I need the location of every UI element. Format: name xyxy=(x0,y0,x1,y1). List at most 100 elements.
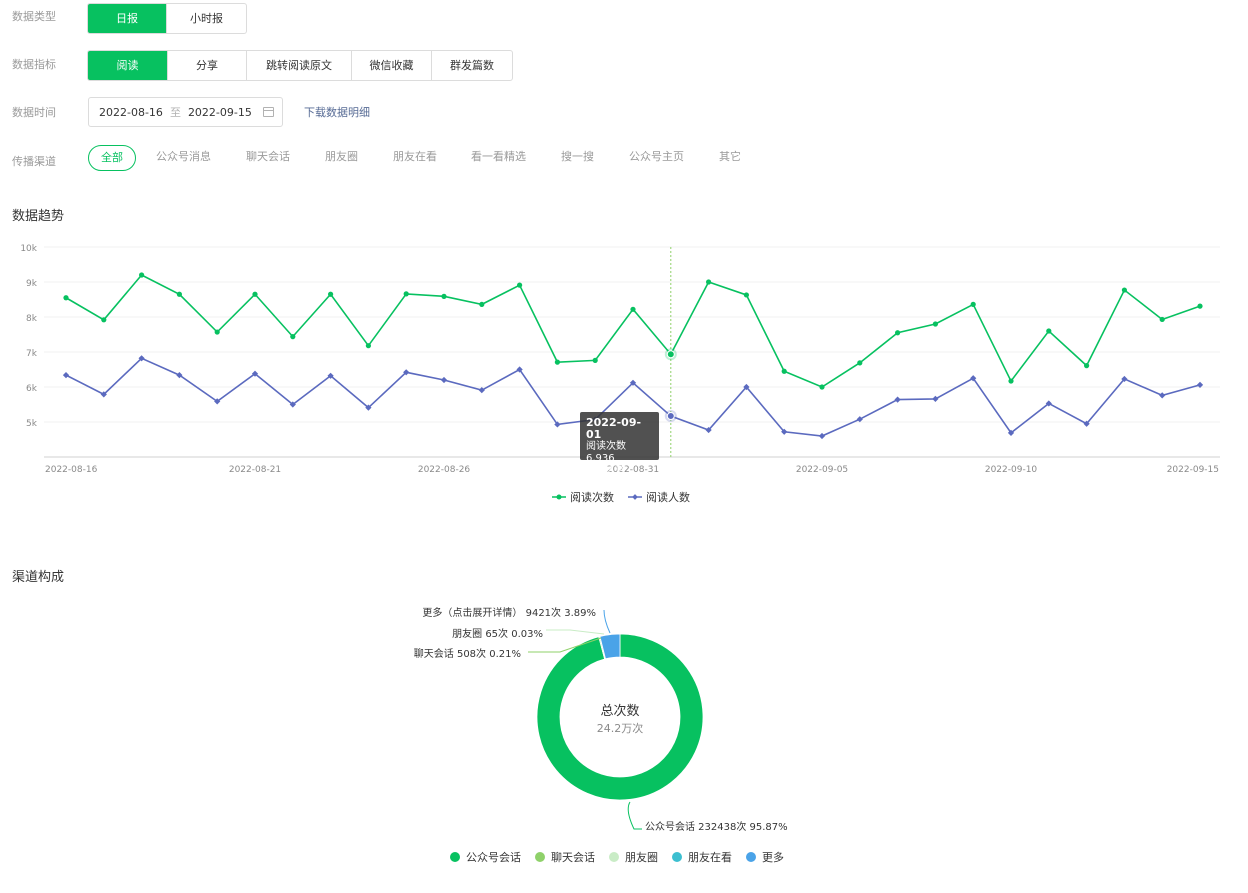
data-point-reads xyxy=(1159,316,1165,323)
data-type-hourly-button[interactable]: 小时报 xyxy=(167,4,246,33)
metric-toggle: 阅读 分享 跳转阅读原文 微信收藏 群发篇数 xyxy=(87,50,513,81)
metric-read-button[interactable]: 阅读 xyxy=(88,51,168,80)
legend-item-friends-watching[interactable]: 朋友在看 xyxy=(672,849,732,865)
date-range-picker[interactable]: 2022-08-16 至 2022-09-15 xyxy=(88,97,283,127)
data-point-reads xyxy=(970,301,976,307)
legend-item-reads[interactable]: 阅读次数 xyxy=(552,489,614,505)
tooltip-reads: 阅读次数 6,936 xyxy=(586,441,626,464)
legend-item-readers[interactable]: 阅读人数 xyxy=(628,489,690,505)
tooltip-date: 2022-09-01 xyxy=(586,416,642,441)
data-point-reads xyxy=(252,291,258,297)
leader-line xyxy=(603,609,611,634)
end-date[interactable]: 2022-09-15 xyxy=(188,106,252,119)
data-point-reads xyxy=(290,334,296,340)
slice-label: 更多（点击展开详情） 9421次 3.89% xyxy=(422,606,596,619)
channel-tab-all[interactable]: 全部 xyxy=(88,145,136,171)
calendar-icon[interactable] xyxy=(263,107,274,117)
data-point-highlighted xyxy=(666,412,675,421)
trend-legend: 阅读次数 阅读人数 xyxy=(552,489,690,505)
metric-label: 数据指标 xyxy=(12,58,56,71)
x-tick-label: 2022-08-26 xyxy=(418,465,471,475)
legend-dot xyxy=(746,852,756,862)
data-point-reads xyxy=(1008,378,1014,384)
channel-donut-chart[interactable]: 总次数 24.2万次公众号会话 232438次 95.87% 聊天会话 508次 0… xyxy=(0,596,1248,846)
data-point-reads xyxy=(328,291,334,297)
legend-label: 更多 xyxy=(762,851,784,864)
data-point-reads xyxy=(479,301,485,307)
slice-label: 聊天会话 508次 0.21% xyxy=(414,647,521,660)
y-tick-label: 8k xyxy=(26,314,38,324)
data-point-reads xyxy=(895,330,901,336)
data-point-reads xyxy=(819,384,825,390)
metric-mass-send-button[interactable]: 群发篇数 xyxy=(432,51,512,80)
data-point-readers xyxy=(1159,392,1166,399)
channel-label: 传播渠道 xyxy=(12,155,56,168)
metric-original-button[interactable]: 跳转阅读原文 xyxy=(247,51,352,80)
data-point-readers xyxy=(440,376,448,384)
data-point-reads xyxy=(63,295,69,301)
start-date[interactable]: 2022-08-16 xyxy=(99,106,163,119)
channel-tab-search[interactable]: 搜一搜 xyxy=(561,145,594,169)
channel-tab-profile[interactable]: 公众号主页 xyxy=(629,145,684,169)
data-point-reads xyxy=(554,359,561,365)
legend-label: 公众号会话 xyxy=(466,851,521,864)
data-point-reads xyxy=(139,272,145,278)
channel-tab-friends-watching[interactable]: 朋友在看 xyxy=(393,145,437,169)
channel-composition-title: 渠道构成 xyxy=(12,570,65,585)
data-point-reads xyxy=(365,343,371,349)
leader-line xyxy=(627,801,642,830)
channel-tab-account-msg[interactable]: 公众号消息 xyxy=(156,145,211,169)
channel-tab-other[interactable]: 其它 xyxy=(719,145,741,169)
chart-tooltip: 2022-09-01 阅读次数 6,936 阅读人数 5,170 xyxy=(580,412,659,488)
data-point-reads xyxy=(932,321,939,327)
legend-dot xyxy=(450,852,460,862)
data-type-toggle: 日报 小时报 xyxy=(87,3,247,34)
data-type-label: 数据类型 xyxy=(12,10,56,23)
x-tick-label: 2022-09-15 xyxy=(1167,465,1219,475)
x-tick-label: 2022-09-05 xyxy=(796,465,848,475)
channel-tab-moments[interactable]: 朋友圈 xyxy=(325,145,358,169)
legend-item-chat[interactable]: 聊天会话 xyxy=(535,849,595,865)
x-tick-label: 2022-09-10 xyxy=(985,465,1038,475)
slice-label: 朋友圈 65次 0.03% xyxy=(452,627,543,640)
channel-tab-chat[interactable]: 聊天会话 xyxy=(246,145,290,169)
legend-item-more[interactable]: 更多 xyxy=(746,849,784,865)
data-point-reads xyxy=(1084,363,1090,369)
data-point-reads xyxy=(1197,303,1203,309)
metric-favorite-button[interactable]: 微信收藏 xyxy=(352,51,432,80)
legend-dot xyxy=(535,852,545,862)
channel-tab-top-stories[interactable]: 看一看精选 xyxy=(471,145,526,169)
legend-item-account-chat[interactable]: 公众号会话 xyxy=(450,849,521,865)
data-point-readers xyxy=(62,371,70,379)
data-point-readers xyxy=(478,387,485,394)
data-point-reads xyxy=(857,360,863,366)
data-point-reads xyxy=(1121,287,1127,293)
channel-legend: 公众号会话 聊天会话 朋友圈 朋友在看 更多 xyxy=(450,849,784,865)
data-point-reads xyxy=(781,368,787,374)
y-tick-label: 5k xyxy=(26,419,38,429)
legend-dot xyxy=(609,852,619,862)
trend-title: 数据趋势 xyxy=(12,209,65,224)
data-point-reads xyxy=(214,329,220,335)
y-tick-label: 9k xyxy=(26,279,38,289)
legend-label: 朋友在看 xyxy=(688,851,732,864)
data-point-reads xyxy=(517,282,523,288)
download-details-link[interactable]: 下载数据明细 xyxy=(304,104,370,120)
data-type-daily-button[interactable]: 日报 xyxy=(88,4,167,33)
metric-share-button[interactable]: 分享 xyxy=(168,51,247,80)
donut-center-label: 总次数 xyxy=(600,703,639,719)
y-tick-label: 7k xyxy=(26,349,38,359)
data-point-reads xyxy=(592,357,598,363)
data-point-reads xyxy=(441,293,447,299)
data-point-readers xyxy=(932,395,939,403)
data-point-readers xyxy=(818,432,826,440)
data-point-readers xyxy=(856,416,863,423)
y-tick-label: 6k xyxy=(26,384,38,394)
donut-center-value: 24.2万次 xyxy=(597,721,644,735)
legend-dot xyxy=(672,852,682,862)
legend-item-moments[interactable]: 朋友圈 xyxy=(609,849,658,865)
data-point-reads xyxy=(176,291,182,297)
legend-readers-label: 阅读人数 xyxy=(646,491,690,504)
data-point-reads xyxy=(743,292,750,298)
time-label: 数据时间 xyxy=(12,106,56,119)
